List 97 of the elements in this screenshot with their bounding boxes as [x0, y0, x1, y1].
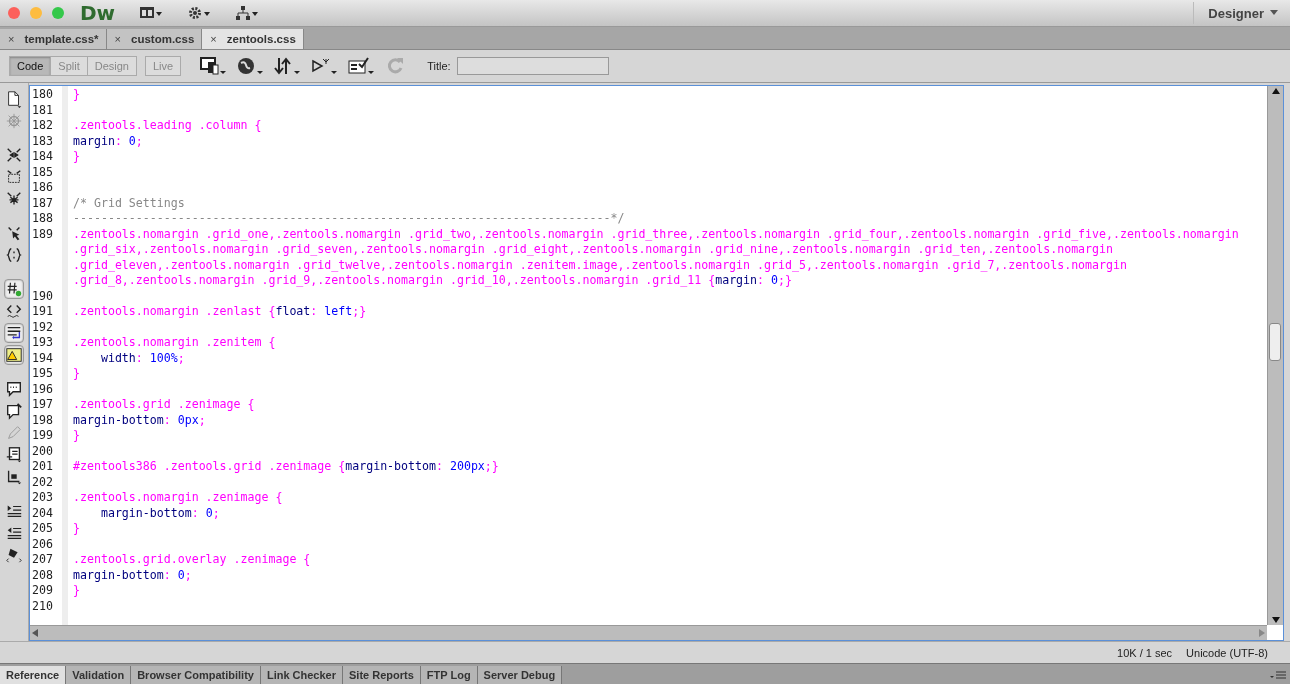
- encoding-text: Unicode (UTF-8): [1186, 646, 1268, 659]
- line-number: 182: [31, 118, 54, 134]
- view-button[interactable]: Code: [9, 56, 52, 76]
- up-down-arrows-icon[interactable]: [273, 56, 302, 76]
- code-line: .zentools.nomargin .zenitem {: [73, 335, 276, 351]
- code-line: }: [73, 87, 80, 103]
- line-number: 186: [31, 180, 54, 196]
- line-number: 192: [31, 319, 54, 335]
- code-line: }: [73, 366, 80, 382]
- code-line: .zentools.nomargin .grid_one,.zentools.nomargin .grid_two,.zentools.nomargin .grid_three,.zentools.nomargin .grid_four,.zentools.nomargin .grid_five,.zentools.nomargin: [73, 226, 1239, 242]
- line-number: 181: [31, 102, 54, 118]
- line-number: 210: [31, 598, 54, 614]
- line-number: 195: [31, 366, 54, 382]
- snippet-tool-icon[interactable]: [4, 445, 24, 465]
- code-line: .zentools.nomargin .zenimage {: [73, 490, 283, 506]
- close-tab-icon[interactable]: ×: [114, 33, 122, 45]
- panel-tab[interactable]: Validation: [66, 666, 132, 684]
- code-line: margin-bottom: 0;: [99, 505, 220, 521]
- code-line: .zentools.nomargin .zenlast {float: left;}: [73, 304, 367, 320]
- document-tab[interactable]: × template.css*: [0, 29, 107, 49]
- tab-label: template.css*: [24, 33, 99, 45]
- code-line: }: [73, 583, 80, 599]
- line-number: 204: [31, 505, 54, 521]
- validate-icon[interactable]: [347, 56, 376, 76]
- title-label: Title:: [427, 60, 451, 72]
- title-field[interactable]: [456, 57, 609, 75]
- tab-label: zentools.css: [226, 33, 296, 45]
- workspace-switcher[interactable]: Designer: [1193, 2, 1282, 24]
- line-number: 194: [31, 350, 54, 366]
- code-line: .zentools.grid.overlay .zenimage {: [73, 552, 311, 568]
- line-number: 190: [31, 288, 54, 304]
- line-number: 207: [31, 552, 54, 568]
- code-line: margin-bottom: 0;: [73, 567, 192, 583]
- line-number: 203: [31, 490, 54, 506]
- debug-icon[interactable]: [310, 56, 339, 76]
- code-line: }: [73, 521, 80, 537]
- tab-label: custom.css: [131, 33, 195, 45]
- panel-tab[interactable]: Server Debug: [477, 666, 563, 684]
- line-number: 189: [31, 226, 54, 243]
- globe-icon[interactable]: [236, 56, 265, 76]
- comment-tool-icon[interactable]: [4, 379, 24, 399]
- line-number: 209: [31, 583, 54, 599]
- document-tab[interactable]: × custom.css: [106, 29, 203, 49]
- line-number: 180: [31, 87, 54, 103]
- braces-tool-icon[interactable]: [4, 245, 24, 265]
- line-number: 187: [31, 195, 54, 211]
- line-number: 199: [31, 428, 54, 444]
- caret-icon[interactable]: [1270, 10, 1278, 16]
- scroll-up-icon[interactable]: [1270, 86, 1281, 96]
- wrap-tool-icon[interactable]: [4, 323, 24, 343]
- code-line: /* Grid Settings: [73, 195, 185, 211]
- code-line: }: [73, 428, 80, 444]
- close-tab-icon[interactable]: ×: [210, 33, 217, 45]
- code-line: .grid_8,.zentools.nomargin .grid_9,.zentools.nomargin .grid_10,.zentools.nomargin .grid_11 {margin: 0;}: [73, 273, 793, 289]
- line-number: 201: [31, 459, 54, 475]
- code-line: .grid_eleven,.zentools.nomargin .grid_twelve,.zentools.nomargin .zenitem.image,.zentools.nomargin .grid_5,.zentools.nomargin .grid_7,.zentools.nomargin: [73, 257, 1128, 273]
- hash-tool-icon[interactable]: [4, 279, 24, 299]
- line-number: 202: [31, 474, 54, 490]
- scroll-down-icon[interactable]: [1270, 615, 1281, 625]
- close-tab-icon[interactable]: ×: [8, 33, 15, 45]
- line-number: 193: [31, 335, 54, 351]
- code-line: width: 100%;: [99, 350, 185, 366]
- code-line: -----------------------------------------------------------------------------*/: [73, 211, 625, 227]
- panel-tab[interactable]: Link Checker: [260, 666, 343, 684]
- line-number: 184: [31, 149, 54, 165]
- code-line: .grid_six,.zentools.nomargin .grid_seven,.zentools.nomargin .grid_eight,.zentools.nomargin .grid_nine,.zentools.nomargin .grid_ten,.zentools.nomargin: [73, 242, 1115, 258]
- panel-tab[interactable]: Browser Compatibility: [131, 666, 261, 684]
- line-number: 185: [31, 164, 54, 180]
- line-number: 200: [31, 443, 54, 459]
- warning-tool-icon[interactable]: [4, 345, 24, 365]
- code-line: margin: 0;: [73, 133, 143, 149]
- code-line: .zentools.grid .zenimage {: [73, 397, 255, 413]
- line-number: 198: [31, 412, 54, 428]
- line-number: 208: [31, 567, 54, 583]
- line-number: 197: [31, 397, 54, 413]
- code-line: }: [73, 149, 80, 165]
- line-number: 205: [31, 521, 54, 537]
- app-logo: Dw: [80, 1, 116, 25]
- line-number: 196: [31, 381, 54, 397]
- panel-tab[interactable]: Reference: [0, 666, 67, 684]
- panel-tab[interactable]: Site Reports: [343, 666, 421, 684]
- uncomment-tool-icon[interactable]: [4, 401, 24, 421]
- line-number: 206: [31, 536, 54, 552]
- horizontal-scrollbar[interactable]: [30, 625, 1267, 640]
- line-number: 191: [31, 304, 54, 320]
- scroll-left-icon[interactable]: [30, 628, 40, 638]
- code-line: #zentools386 .zentools.grid .zenimage {margin-bottom: 200px;}: [73, 459, 499, 475]
- code-line: .zentools.leading .column {: [73, 118, 262, 134]
- line-number: 183: [31, 133, 54, 149]
- line-number: 188: [31, 211, 54, 227]
- panel-tab[interactable]: FTP Log: [420, 666, 478, 684]
- multiscreen-icon[interactable]: [199, 56, 228, 76]
- scroll-thumb[interactable]: [1269, 323, 1281, 361]
- document-tab[interactable]: × zentools.css: [202, 29, 304, 49]
- file-size-text: 10K / 1 sec: [1117, 646, 1173, 659]
- vertical-scrollbar[interactable]: [1267, 86, 1283, 625]
- code-line: margin-bottom: 0px;: [73, 412, 206, 428]
